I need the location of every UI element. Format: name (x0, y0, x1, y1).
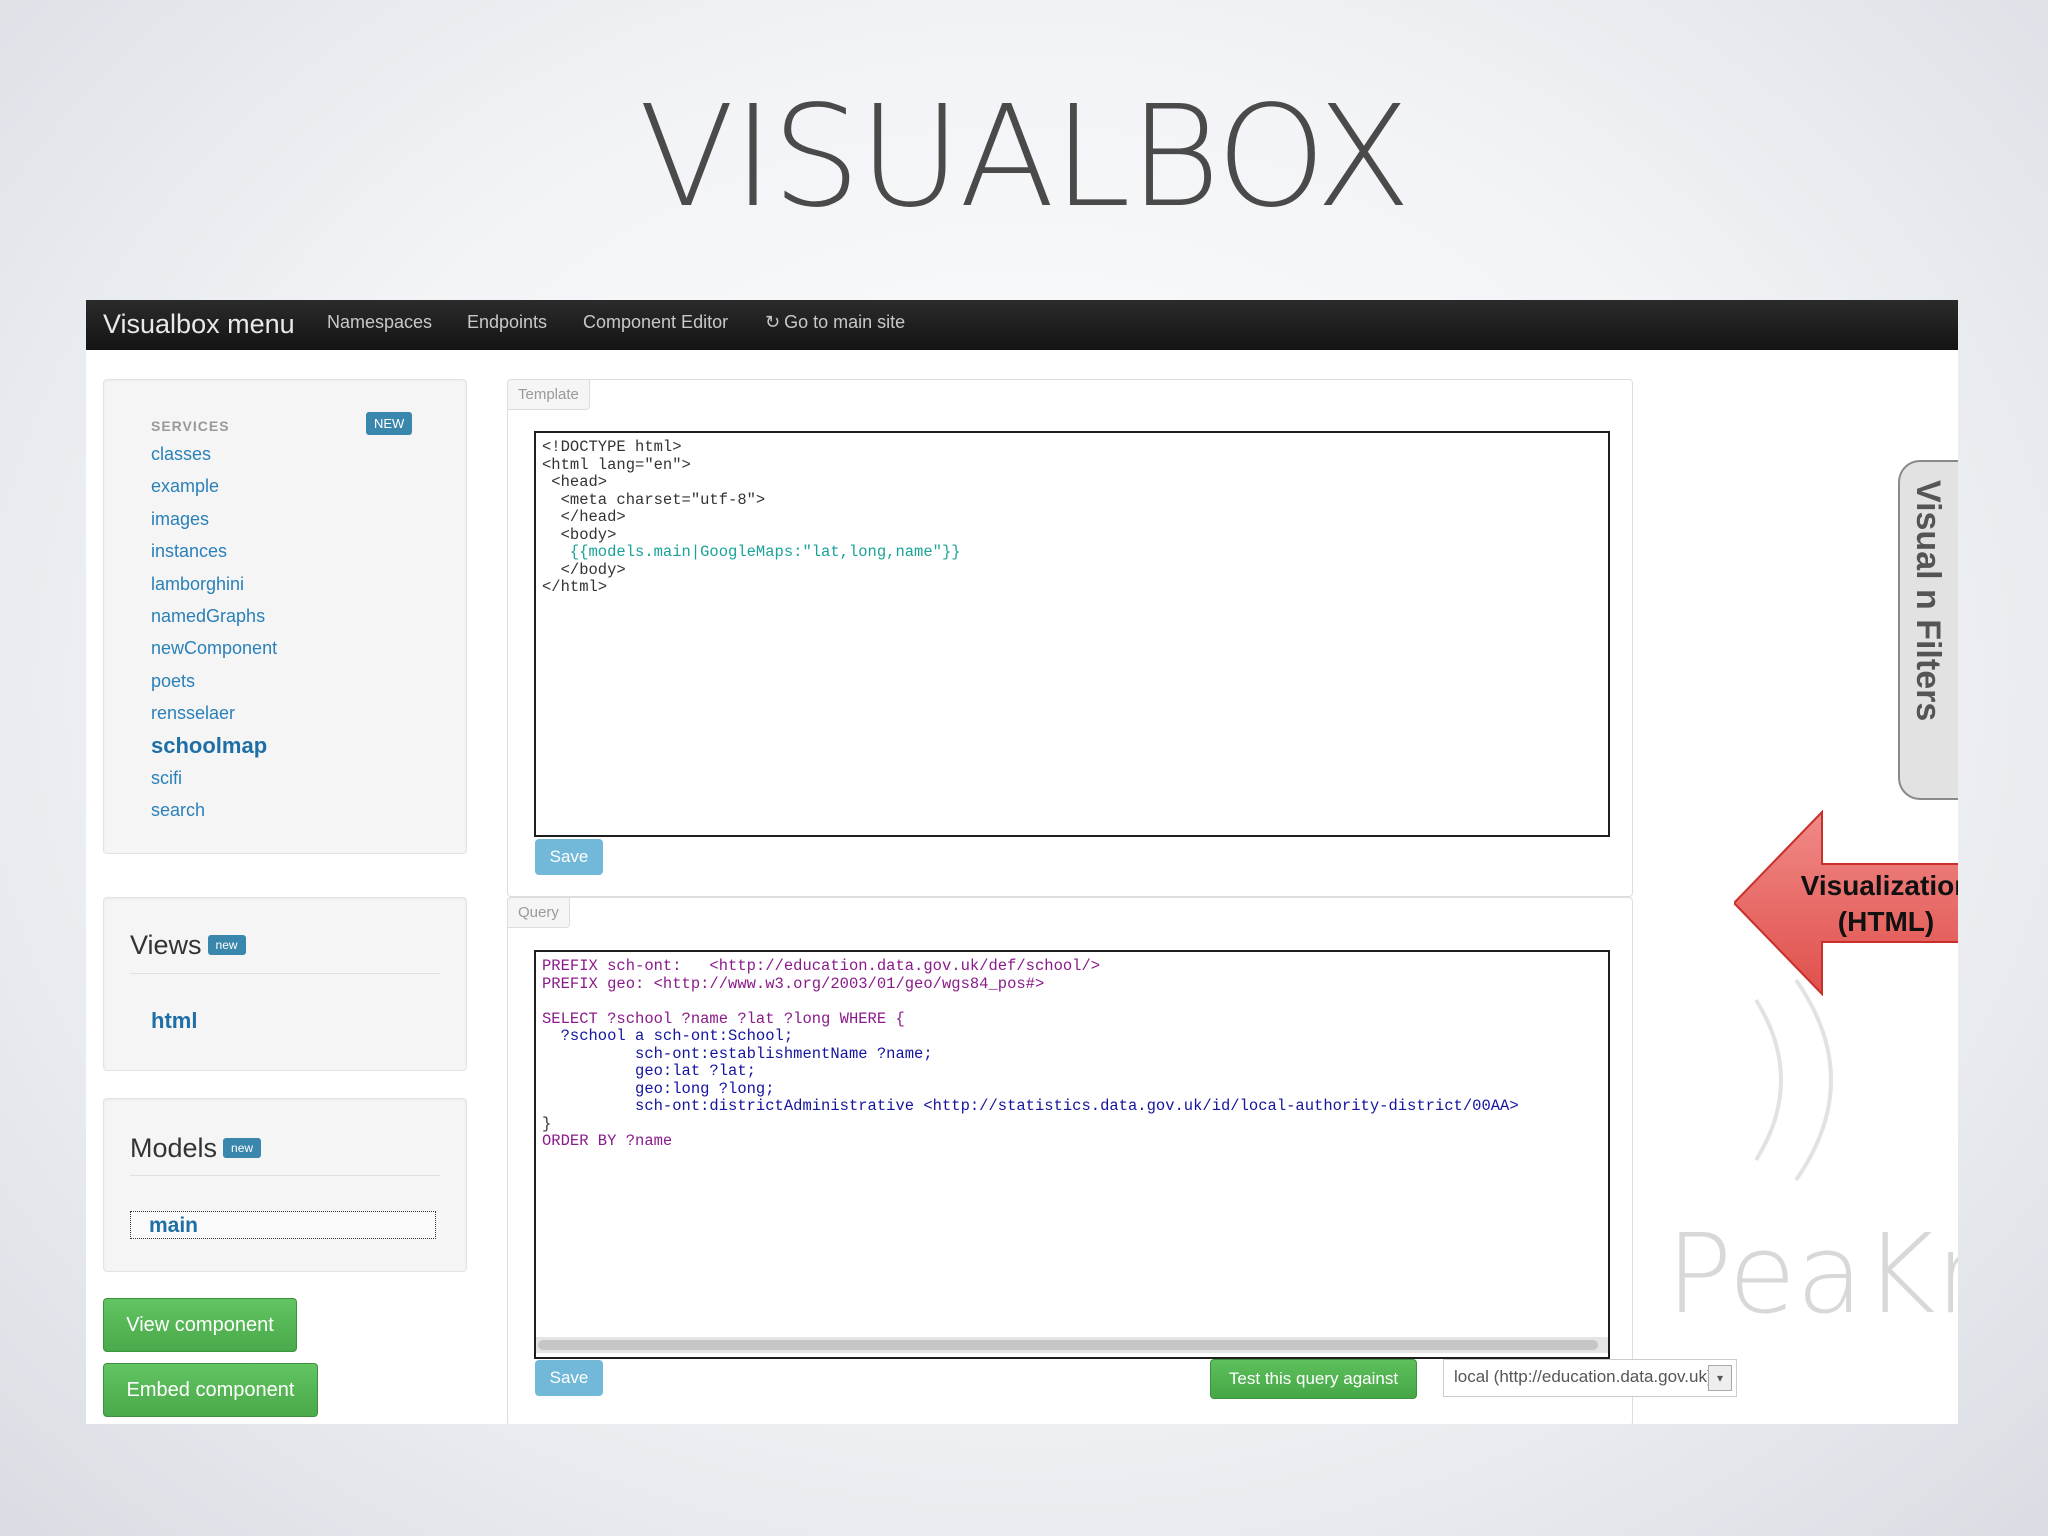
chevron-down-icon: ▾ (1708, 1365, 1732, 1391)
service-item-newcomponent[interactable]: newComponent (151, 632, 277, 664)
test-query-button[interactable]: Test this query against (1210, 1359, 1417, 1399)
app-screenshot: Visualbox menu Namespaces Endpoints Comp… (86, 300, 1958, 1424)
service-item-namedgraphs[interactable]: namedGraphs (151, 600, 277, 632)
models-title: Models new (130, 1133, 262, 1164)
views-new-badge: new (207, 934, 246, 955)
query-editor[interactable]: PREFIX sch-ont: <http://education.data.g… (534, 950, 1610, 1359)
divider (130, 973, 440, 974)
endpoint-select-value: local (http://education.data.gov.uk) (1454, 1367, 1713, 1386)
service-item-schoolmap[interactable]: schoolmap (151, 730, 277, 762)
template-editor[interactable]: <!DOCTYPE html> <html lang="en"> <head> … (534, 431, 1610, 837)
query-code: PREFIX sch-ont: <http://education.data.g… (542, 957, 1519, 1150)
views-title: Views new (130, 930, 246, 961)
models-new-badge: new (223, 1137, 262, 1158)
service-item-scifi[interactable]: scifi (151, 762, 277, 794)
nav-endpoints[interactable]: Endpoints (467, 312, 547, 333)
service-item-images[interactable]: images (151, 503, 277, 535)
slide-title: VISUALBOX (638, 76, 1412, 239)
watermark-text: PeaKr (1666, 1210, 1958, 1338)
services-header: SERVICES (151, 418, 230, 434)
template-label: Template (507, 379, 590, 410)
models-title-label: Models (130, 1133, 218, 1163)
nav-main-site[interactable]: ↻ Go to main site (765, 312, 905, 333)
models-panel: Models new main (103, 1098, 467, 1272)
query-save-button[interactable]: Save (535, 1360, 603, 1396)
template-pane: Template <!DOCTYPE html> <html lang="en"… (507, 379, 1633, 897)
new-badge: NEW (366, 412, 413, 435)
views-panel: Views new html (103, 897, 467, 1071)
model-select[interactable]: main (130, 1211, 436, 1239)
callout-line-1: Visualization (1800, 870, 1958, 901)
view-item-html[interactable]: html (151, 1008, 197, 1034)
nav-main-site-label: Go to main site (784, 312, 906, 332)
scrollbar-thumb[interactable] (538, 1340, 1598, 1350)
refresh-icon: ↻ (765, 312, 781, 332)
brand-menu[interactable]: Visualbox menu (103, 309, 295, 340)
service-item-example[interactable]: example (151, 470, 277, 502)
endpoint-select[interactable]: local (http://education.data.gov.uk) ▾ (1443, 1359, 1737, 1397)
callout-line-2: (HTML) (1837, 906, 1935, 937)
side-tab-label: Visual n Filters (1909, 480, 1947, 722)
watermark-arcs (1754, 978, 1833, 1182)
service-item-instances[interactable]: instances (151, 535, 277, 567)
embed-component-button[interactable]: Embed component (103, 1363, 318, 1417)
service-item-poets[interactable]: poets (151, 665, 277, 697)
service-item-rensselaer[interactable]: rensselaer (151, 697, 277, 729)
top-navbar: Visualbox menu Namespaces Endpoints Comp… (86, 300, 1958, 350)
nav-namespaces[interactable]: Namespaces (327, 312, 432, 333)
horizontal-scrollbar[interactable] (536, 1337, 1608, 1353)
query-pane: Query PREFIX sch-ont: <http://education.… (507, 897, 1737, 1424)
service-item-classes[interactable]: classes (151, 438, 277, 470)
service-item-lamborghini[interactable]: lamborghini (151, 568, 277, 600)
template-save-button[interactable]: Save (535, 839, 603, 875)
services-panel: SERVICES NEW classes example images inst… (103, 379, 467, 854)
filters-side-tab[interactable]: Visual n Filters (1898, 460, 1958, 800)
divider (130, 1175, 440, 1176)
template-code: <!DOCTYPE html> <html lang="en"> <head> … (542, 438, 961, 596)
views-title-label: Views (130, 930, 202, 960)
view-component-button[interactable]: View component (103, 1298, 297, 1352)
nav-component-editor[interactable]: Component Editor (583, 312, 728, 333)
query-label: Query (507, 897, 570, 928)
service-item-search[interactable]: search (151, 794, 277, 826)
callout-label: Visualization (HTML) (1786, 868, 1958, 940)
services-list: classes example images instances lamborg… (151, 438, 277, 827)
